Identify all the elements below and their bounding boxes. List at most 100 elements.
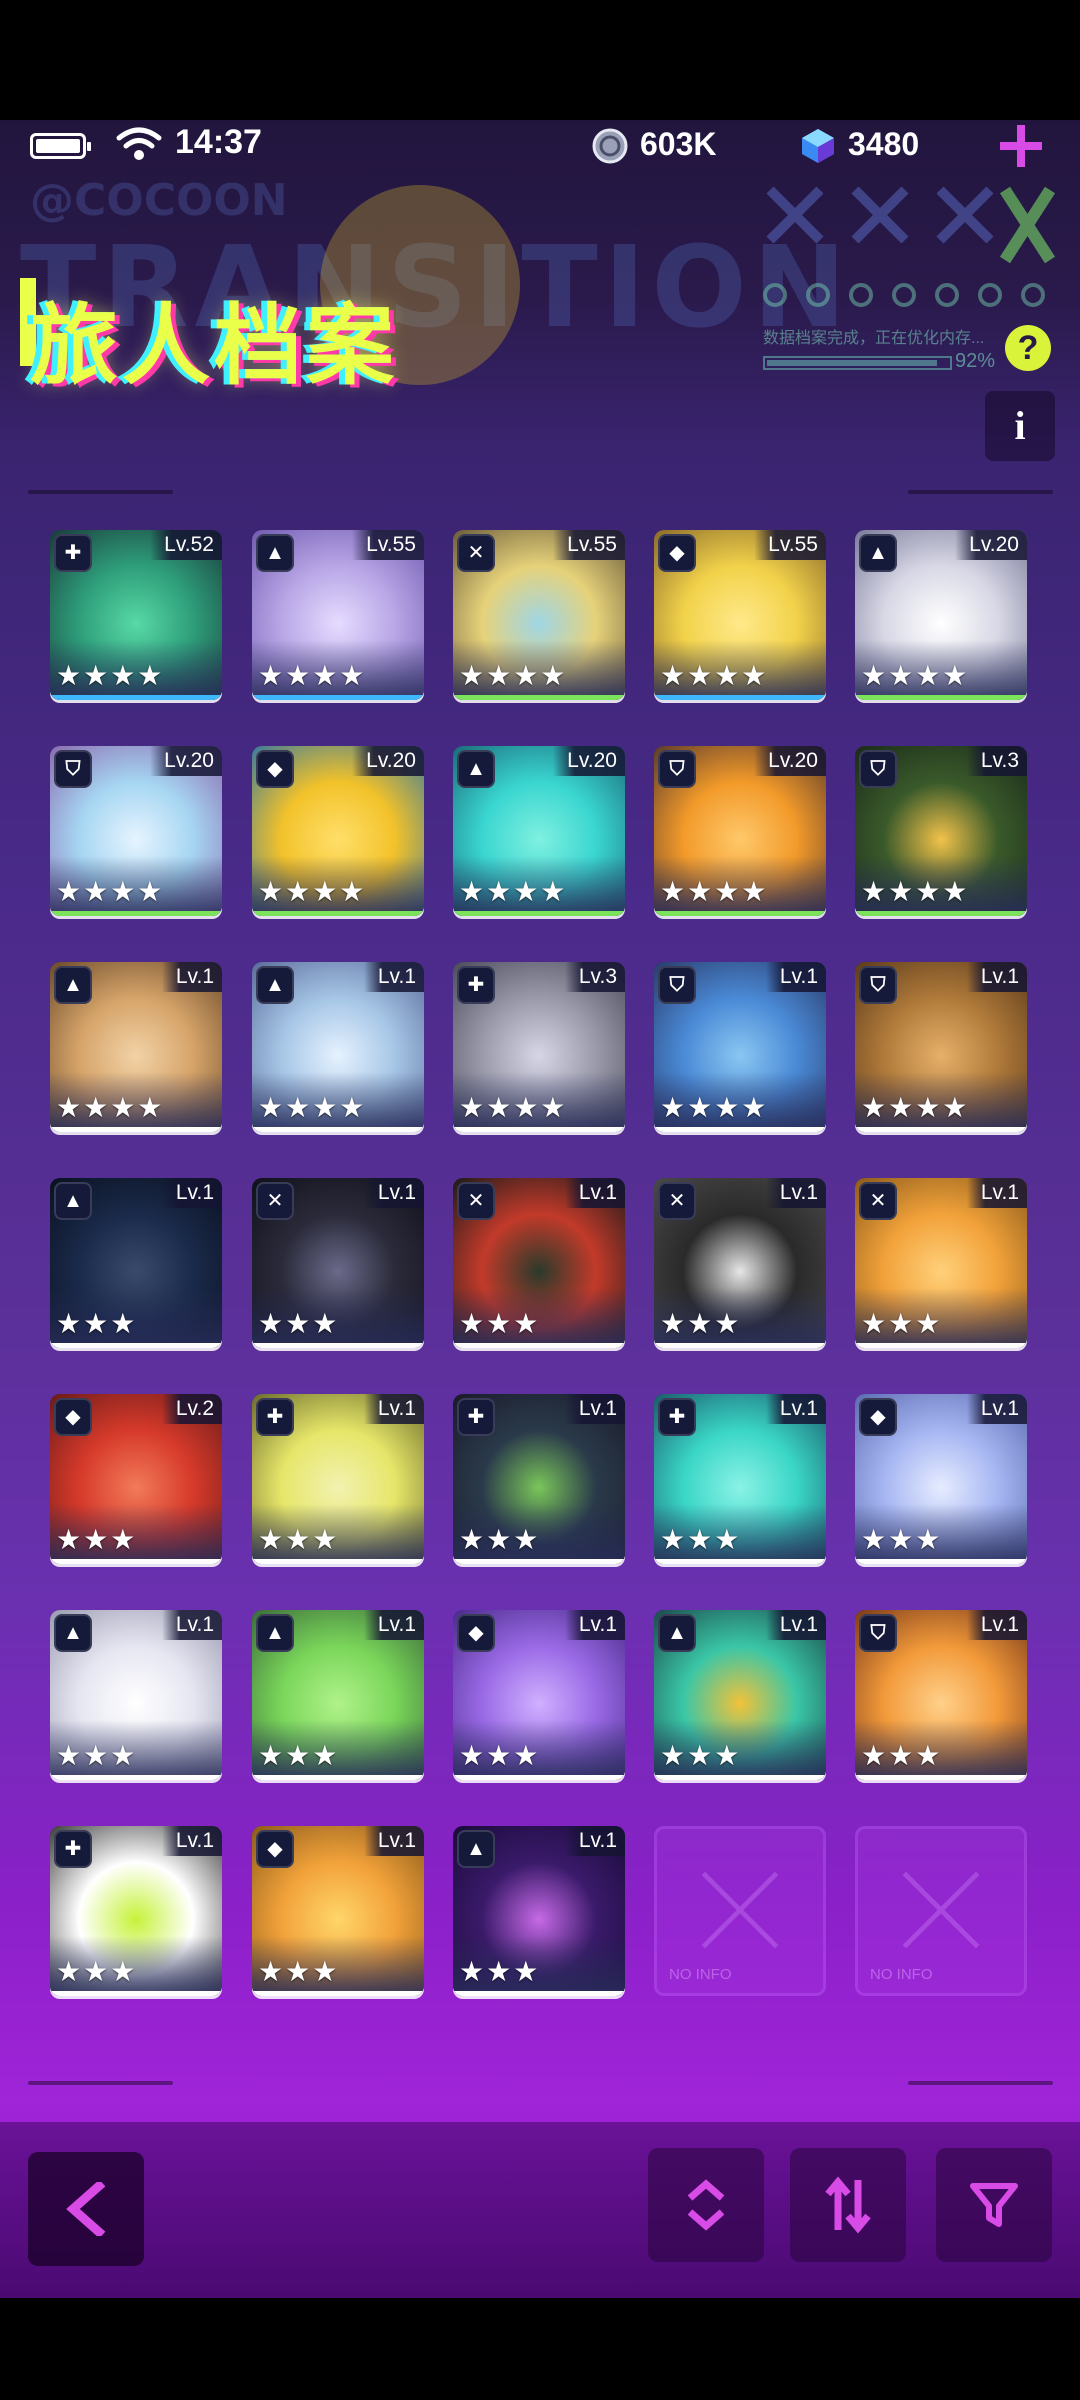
arrow-up-icon: ▲ <box>256 1614 294 1652</box>
star-rating: ★★★★ <box>660 660 769 691</box>
character-card[interactable]: ✕ Lv.1 ★★★ <box>855 1178 1027 1348</box>
diamond-icon: ◆ <box>54 1398 92 1436</box>
level-label: Lv.1 <box>161 1610 222 1640</box>
rarity-strip <box>50 1127 222 1132</box>
character-card[interactable]: ⛉ Lv.20 ★★★★ <box>654 746 826 916</box>
order-toggle-button[interactable] <box>648 2148 764 2262</box>
character-card[interactable]: ▲ Lv.55 ★★★★ <box>252 530 424 700</box>
info-button[interactable]: i <box>985 391 1055 461</box>
heal-icon: ✚ <box>658 1398 696 1436</box>
character-card[interactable]: ◆ Lv.55 ★★★★ <box>654 530 826 700</box>
character-card[interactable]: ▲ Lv.1 ★★★★ <box>252 962 424 1132</box>
character-card[interactable]: ✚ Lv.1 ★★★ <box>252 1394 424 1564</box>
character-card[interactable]: ⛉ Lv.20 ★★★★ <box>50 746 222 916</box>
level-label: Lv.1 <box>765 1610 826 1640</box>
arrow-up-icon: ▲ <box>256 534 294 572</box>
star-rating: ★★★★ <box>258 876 367 907</box>
star-rating: ★★★ <box>459 1308 541 1339</box>
coin-amount: 603K <box>640 126 717 162</box>
character-card[interactable]: ▲ Lv.20 ★★★★ <box>453 746 625 916</box>
character-card[interactable]: ▲ Lv.1 ★★★ <box>453 1826 625 1996</box>
add-currency-button[interactable] <box>995 120 1047 172</box>
character-card[interactable]: ⛉ Lv.3 ★★★★ <box>855 746 1027 916</box>
character-card[interactable]: ✚ Lv.1 ★★★ <box>453 1394 625 1564</box>
character-card[interactable]: ✚ Lv.3 ★★★★ <box>453 962 625 1132</box>
screen: 14:37 603K 3480 @COCOON TRANSITION 旅人档案 … <box>0 0 1080 2400</box>
diamond-icon: ◆ <box>859 1398 897 1436</box>
swords-icon: ✕ <box>256 1182 294 1220</box>
rarity-strip <box>252 695 424 700</box>
character-card[interactable]: ✚ Lv.1 ★★★ <box>654 1394 826 1564</box>
character-card[interactable]: ▲ Lv.1 ★★★ <box>654 1610 826 1780</box>
character-card[interactable]: ✕ Lv.1 ★★★ <box>654 1178 826 1348</box>
character-card[interactable]: ✕ Lv.1 ★★★ <box>252 1178 424 1348</box>
heal-icon: ✚ <box>54 1830 92 1868</box>
back-button[interactable] <box>28 2152 144 2266</box>
character-card[interactable]: ▲ Lv.1 ★★★★ <box>50 962 222 1132</box>
shield-icon: ⛉ <box>54 750 92 788</box>
loading-percent: 92% <box>955 350 996 372</box>
rarity-strip <box>654 1343 826 1348</box>
level-label: Lv.1 <box>564 1178 625 1208</box>
character-card[interactable]: ✚ Lv.1 ★★★ <box>50 1826 222 1996</box>
sort-button[interactable] <box>790 2148 906 2262</box>
banner-cocoon-text: @COCOON <box>30 175 288 226</box>
arrow-up-icon: ▲ <box>658 1614 696 1652</box>
rarity-strip <box>50 911 222 916</box>
filter-button[interactable] <box>936 2148 1052 2262</box>
rarity-strip <box>855 1775 1027 1780</box>
rarity-strip <box>453 1991 625 1996</box>
level-label: Lv.1 <box>966 962 1027 992</box>
level-label: Lv.55 <box>553 530 625 560</box>
level-label: Lv.1 <box>765 1394 826 1424</box>
gem-icon <box>802 129 834 163</box>
bottom-toolbar <box>0 2122 1080 2298</box>
level-label: Lv.1 <box>765 962 826 992</box>
arrow-up-icon: ▲ <box>54 966 92 1004</box>
character-card[interactable]: ▲ Lv.20 ★★★★ <box>855 530 1027 700</box>
star-rating: ★★★★ <box>258 660 367 691</box>
character-card[interactable]: ✚ Lv.52 ★★★★ <box>50 530 222 700</box>
character-card[interactable]: ◆ Lv.1 ★★★ <box>252 1826 424 1996</box>
star-rating: ★★★ <box>459 1956 541 1987</box>
arrow-up-icon: ▲ <box>859 534 897 572</box>
arrow-up-icon: ▲ <box>54 1614 92 1652</box>
divider-bottom-right <box>908 2081 1053 2085</box>
level-label: Lv.20 <box>150 746 222 776</box>
level-label: Lv.1 <box>363 962 424 992</box>
level-label: Lv.3 <box>966 746 1027 776</box>
rarity-strip <box>453 911 625 916</box>
level-label: Lv.20 <box>553 746 625 776</box>
character-card[interactable]: ▲ Lv.1 ★★★ <box>252 1610 424 1780</box>
shield-icon: ⛉ <box>859 966 897 1004</box>
character-card[interactable]: ▲ Lv.1 ★★★ <box>50 1610 222 1780</box>
shield-icon: ⛉ <box>658 966 696 1004</box>
help-button[interactable]: ? <box>1005 325 1051 371</box>
character-card[interactable]: ✕ Lv.1 ★★★ <box>453 1178 625 1348</box>
star-rating: ★★★ <box>660 1740 742 1771</box>
character-card[interactable]: ◆ Lv.1 ★★★ <box>855 1394 1027 1564</box>
star-rating: ★★★ <box>459 1524 541 1555</box>
character-card[interactable]: ◆ Lv.1 ★★★ <box>453 1610 625 1780</box>
sort-arrows-icon <box>825 2176 871 2234</box>
character-card[interactable]: ◆ Lv.2 ★★★ <box>50 1394 222 1564</box>
character-card[interactable]: ◆ Lv.20 ★★★★ <box>252 746 424 916</box>
level-label: Lv.55 <box>754 530 826 560</box>
star-rating: ★★★ <box>56 1956 138 1987</box>
swords-icon: ✕ <box>859 1182 897 1220</box>
rarity-strip <box>453 1775 625 1780</box>
level-label: Lv.3 <box>564 962 625 992</box>
level-label: Lv.1 <box>363 1826 424 1856</box>
empty-slot: NO INFO <box>654 1826 826 1996</box>
page-title: 旅人档案 <box>30 294 399 397</box>
character-card[interactable]: ⛉ Lv.1 ★★★★ <box>654 962 826 1132</box>
arrow-up-icon: ▲ <box>457 750 495 788</box>
character-card[interactable]: ⛉ Lv.1 ★★★★ <box>855 962 1027 1132</box>
character-card[interactable]: ✕ Lv.55 ★★★★ <box>453 530 625 700</box>
character-card[interactable]: ▲ Lv.1 ★★★ <box>50 1178 222 1348</box>
character-card[interactable]: ⛉ Lv.1 ★★★ <box>855 1610 1027 1780</box>
heal-icon: ✚ <box>457 966 495 1004</box>
filter-funnel-icon <box>970 2183 1018 2227</box>
gem-amount: 3480 <box>848 126 920 162</box>
star-rating: ★★★★ <box>459 660 568 691</box>
